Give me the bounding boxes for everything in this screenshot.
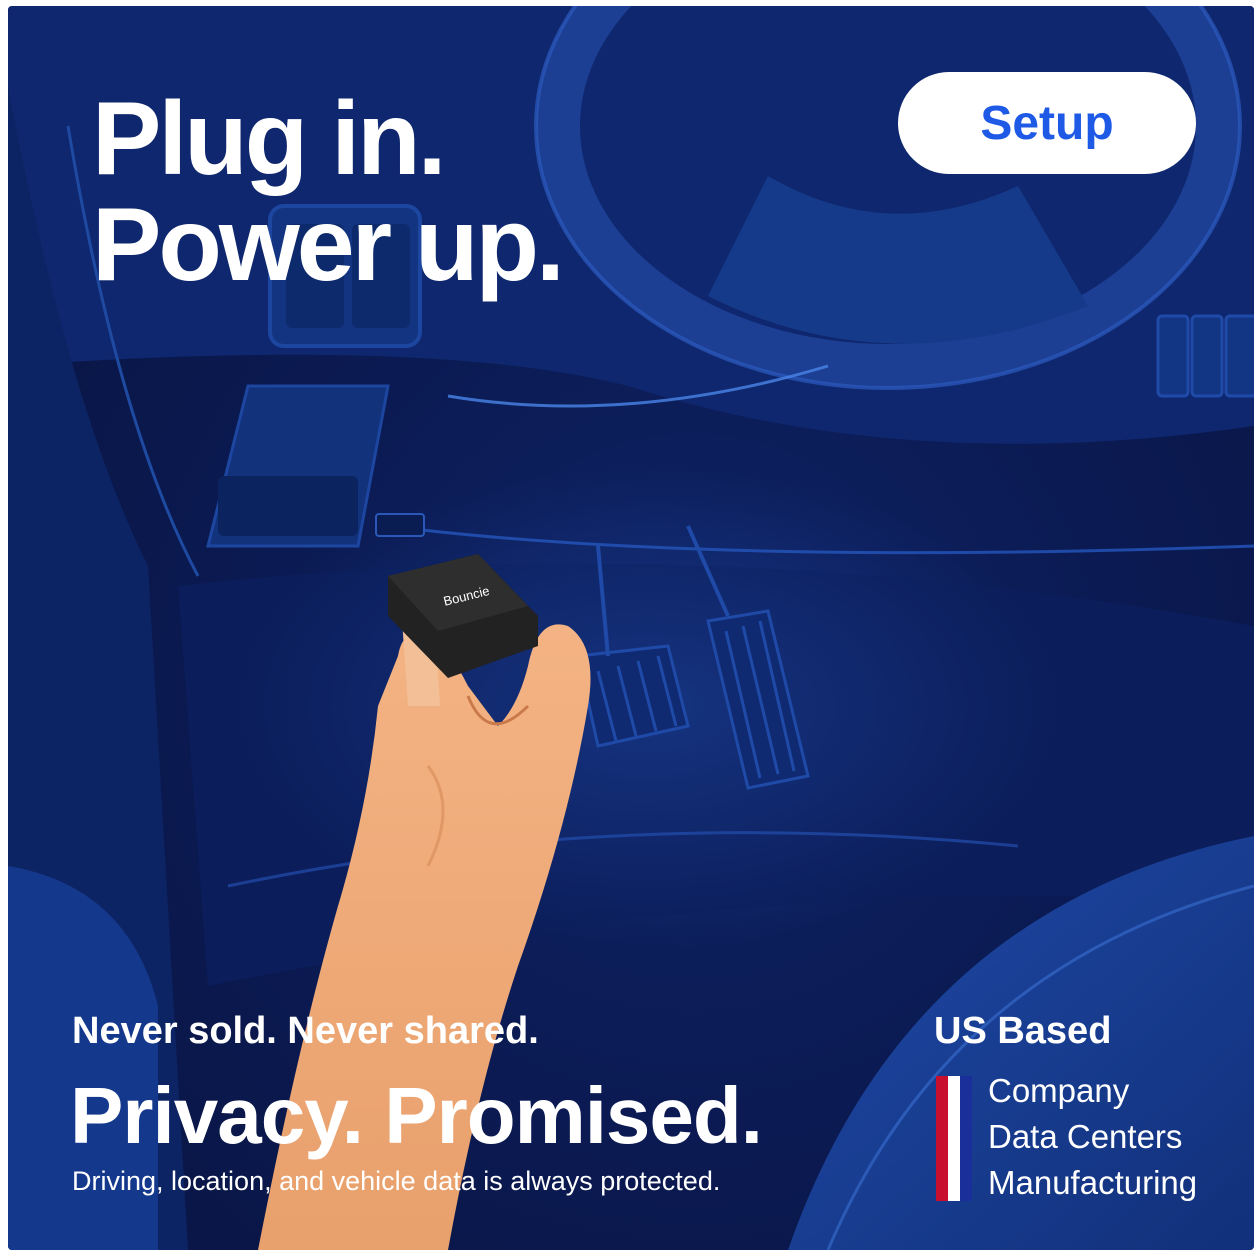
setup-button[interactable]: Setup [898, 72, 1196, 174]
privacy-headline: Privacy. Promised. [70, 1071, 763, 1160]
privacy-subtext: Driving, location, and vehicle data is a… [72, 1166, 721, 1196]
hero-banner: Bouncie Plug in. Power up. Setup Never s… [8, 6, 1254, 1250]
us-based-item-manufacturing: Manufacturing [988, 1164, 1198, 1201]
headline-line-1: Plug in. [92, 81, 447, 197]
us-based-item-data-centers: Data Centers [988, 1118, 1183, 1155]
us-based-list: Company Data Centers Manufacturing [988, 1068, 1197, 1206]
us-based-item-company: Company [988, 1072, 1130, 1109]
headline-line-2: Power up. [92, 187, 565, 303]
us-based-title: US Based [934, 1010, 1112, 1052]
us-flag-stripes-icon [936, 1076, 972, 1201]
headline: Plug in. Power up. [92, 81, 565, 303]
privacy-tagline: Never sold. Never shared. [72, 1010, 539, 1052]
